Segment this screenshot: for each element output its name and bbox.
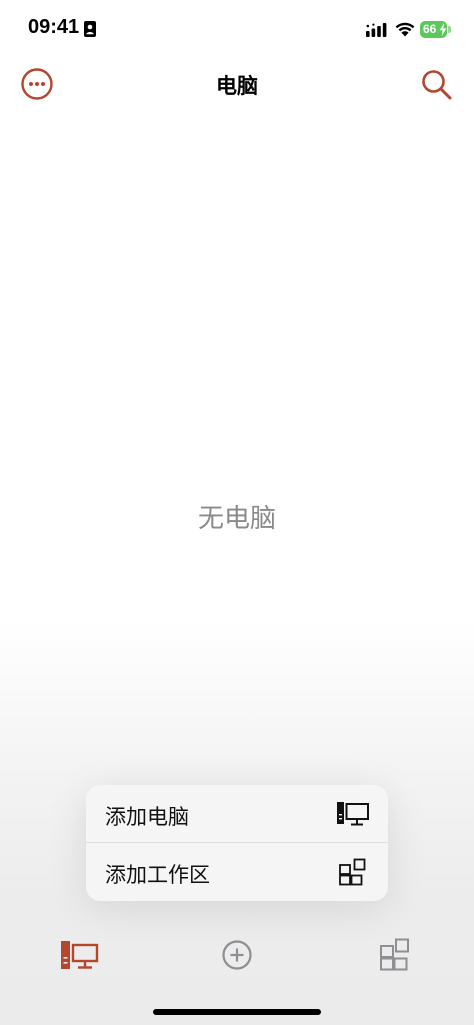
computers-tab-icon[interactable] bbox=[60, 938, 100, 972]
person-badge-icon bbox=[84, 21, 96, 37]
home-indicator bbox=[153, 1009, 321, 1015]
status-time: 09:41 bbox=[28, 16, 80, 38]
menu-item-label: 添加电脑 bbox=[105, 805, 189, 829]
status-bar: 09:41 66 bbox=[0, 0, 474, 60]
battery-cap bbox=[448, 26, 451, 33]
workspace-grid-icon bbox=[339, 858, 366, 886]
menu-item-label: 添加工作区 bbox=[105, 863, 210, 887]
desktop-computer-icon bbox=[337, 802, 369, 826]
empty-state-message: 无电脑 bbox=[197, 504, 276, 534]
add-menu: 添加电脑 添加工作区 bbox=[86, 785, 388, 901]
tab-bar bbox=[0, 930, 474, 980]
wifi-icon bbox=[395, 22, 415, 37]
menu-item-add-computer[interactable]: 添加电脑 bbox=[86, 785, 388, 843]
page-title: 电脑 bbox=[216, 74, 258, 98]
screen: 09:41 66 电脑 无电脑 添加电脑 添加工作区 bbox=[0, 0, 474, 1025]
signal-icon bbox=[366, 23, 387, 37]
battery-charging-icon: 66 bbox=[420, 21, 452, 38]
workspaces-tab-icon[interactable] bbox=[374, 938, 414, 972]
search-icon[interactable] bbox=[420, 68, 454, 102]
nav-bar: 电脑 bbox=[0, 60, 474, 106]
bolt-icon bbox=[439, 23, 447, 36]
menu-item-add-workspace[interactable]: 添加工作区 bbox=[86, 843, 388, 901]
add-circle-icon[interactable] bbox=[217, 938, 257, 972]
